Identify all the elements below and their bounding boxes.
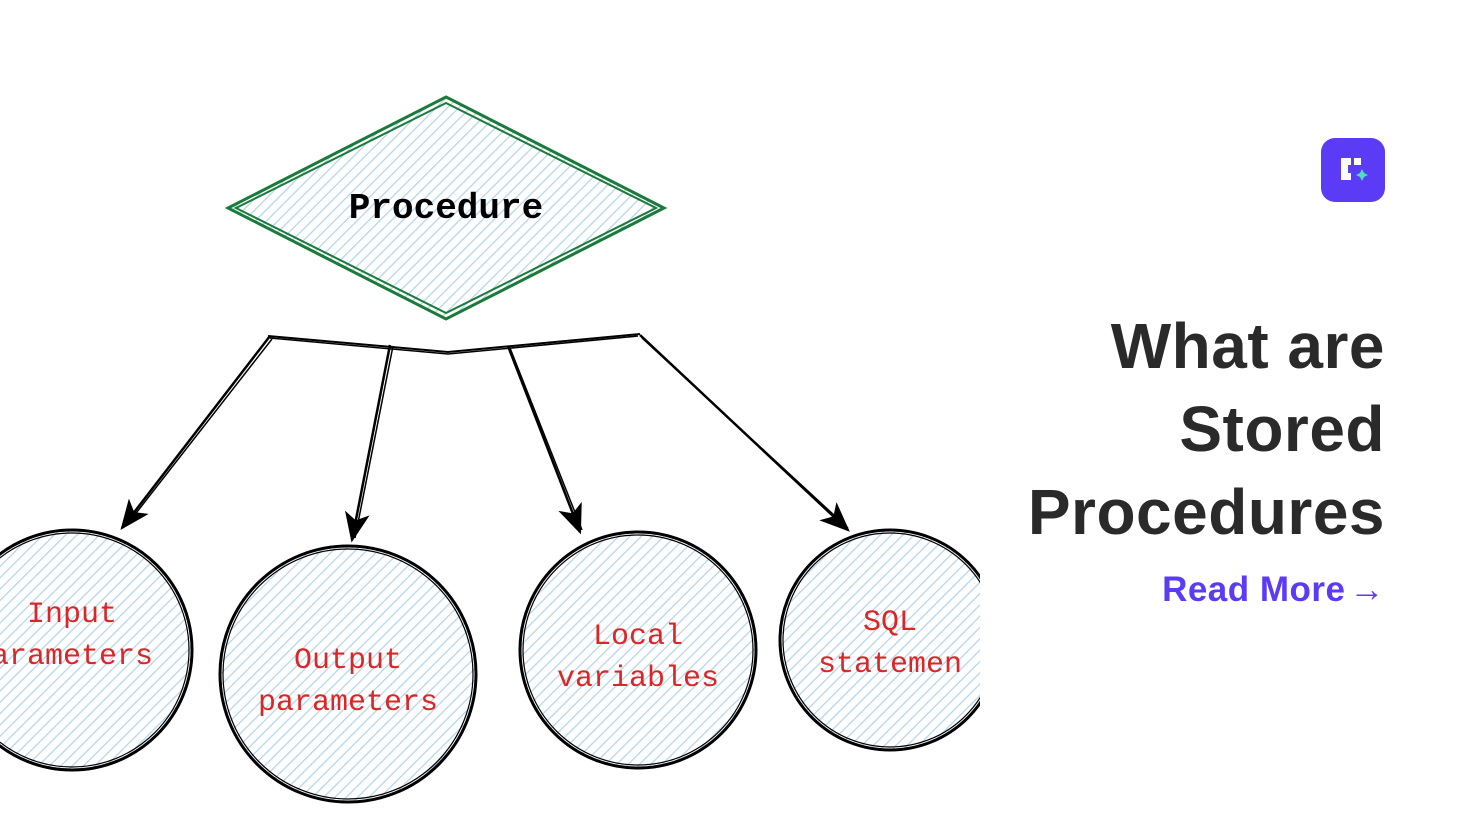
text-area: What are Stored Procedures Read More→ bbox=[980, 0, 1475, 827]
procedure-diamond: Procedure bbox=[228, 97, 664, 319]
node-local-variables: Local variables bbox=[520, 532, 756, 768]
read-more-link[interactable]: Read More→ bbox=[1162, 570, 1385, 610]
svg-text:SQL: SQL bbox=[863, 606, 917, 640]
read-more-label: Read More bbox=[1162, 570, 1345, 609]
title-line-1: What are bbox=[1111, 310, 1385, 382]
svg-text:Input: Input bbox=[27, 598, 117, 632]
arrows bbox=[122, 334, 848, 540]
page-title: What are Stored Procedures bbox=[805, 305, 1385, 555]
svg-text:parameters: parameters bbox=[258, 686, 438, 720]
svg-text:Local: Local bbox=[593, 620, 683, 654]
logo-icon bbox=[1335, 152, 1371, 188]
title-line-2: Stored Procedures bbox=[1028, 393, 1385, 548]
svg-text:arameters: arameters bbox=[0, 640, 153, 674]
diamond-label: Procedure bbox=[349, 188, 543, 229]
arrow-right-icon: → bbox=[1350, 570, 1386, 610]
node-sql-statements: SQL statemen bbox=[780, 530, 980, 750]
svg-text:Output: Output bbox=[294, 644, 402, 678]
brand-logo bbox=[1321, 138, 1385, 202]
svg-text:statemen: statemen bbox=[818, 648, 962, 682]
node-input-parameters: Input arameters bbox=[0, 530, 192, 770]
node-output-parameters: Output parameters bbox=[220, 546, 476, 802]
svg-text:variables: variables bbox=[557, 662, 719, 696]
